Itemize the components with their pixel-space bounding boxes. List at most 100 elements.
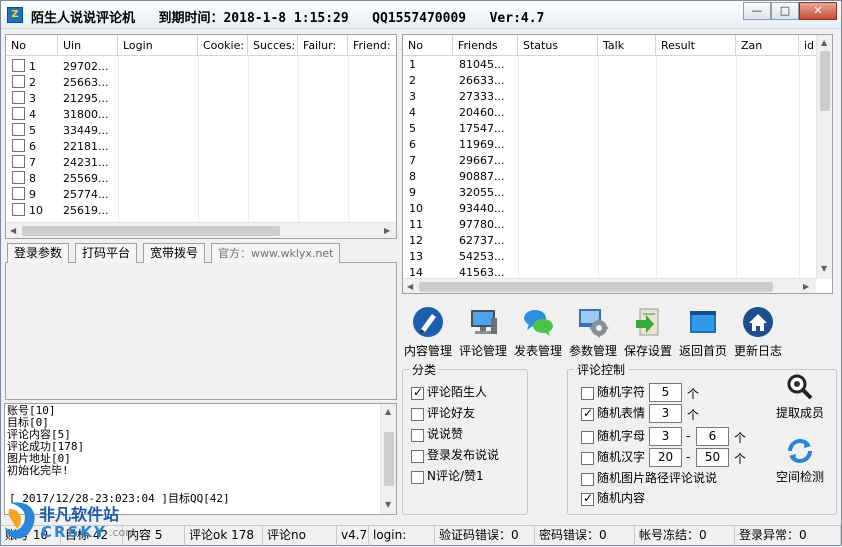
row-checkbox[interactable] bbox=[12, 107, 25, 120]
fetch-members-button[interactable]: 提取成员 bbox=[768, 373, 832, 421]
save-settings-button[interactable]: 保存设置 bbox=[621, 306, 675, 359]
random-chars-count-input[interactable]: 5 bbox=[649, 383, 682, 402]
random-emoji-count-input[interactable]: 3 bbox=[649, 404, 682, 423]
table-row[interactable]: 5 17547... bbox=[403, 121, 815, 137]
table-row[interactable]: 1 29702... bbox=[6, 59, 396, 75]
table-row[interactable]: 3 21295... bbox=[6, 91, 396, 107]
table-row[interactable]: 10 93440... bbox=[403, 201, 815, 217]
space-check-button[interactable]: 空间检测 bbox=[768, 437, 832, 485]
column-header-no[interactable]: No bbox=[6, 35, 58, 56]
param-manage-button[interactable]: 参数管理 bbox=[566, 306, 620, 359]
column-header-id[interactable]: id bbox=[799, 35, 817, 56]
column-header-friend[interactable]: Friend: bbox=[348, 35, 396, 56]
category-checkbox[interactable] bbox=[411, 385, 424, 400]
row-checkbox[interactable] bbox=[12, 75, 25, 88]
post-manage-button[interactable]: 发表管理 bbox=[511, 306, 565, 359]
update-log-button[interactable]: 更新日志 bbox=[731, 306, 785, 359]
tab-official-site[interactable]: 官方：www.wklyx.net bbox=[211, 243, 341, 263]
content-manage-button[interactable]: 内容管理 bbox=[401, 306, 455, 359]
random-emoji-option[interactable]: 随机表情 bbox=[581, 406, 645, 421]
random-hanzi-from-input[interactable]: 20 bbox=[649, 448, 682, 467]
column-header-talk[interactable]: Talk bbox=[598, 35, 656, 56]
table-row[interactable]: 4 31800... bbox=[6, 107, 396, 123]
row-friend: 11969... bbox=[459, 138, 505, 151]
column-header-status[interactable]: Status bbox=[518, 35, 598, 56]
random-chars-checkbox[interactable] bbox=[581, 387, 594, 400]
category-option[interactable]: 登录发布说说 bbox=[411, 448, 499, 463]
random-content-checkbox[interactable] bbox=[581, 491, 594, 506]
table-row[interactable]: 11 97780... bbox=[403, 217, 815, 233]
random-chars-option[interactable]: 随机字符 bbox=[581, 385, 645, 400]
table-row[interactable]: 8 90887... bbox=[403, 169, 815, 185]
category-option[interactable]: 说说赞 bbox=[411, 427, 463, 442]
table-row[interactable]: 9 32055... bbox=[403, 185, 815, 201]
random-emoji-checkbox[interactable] bbox=[581, 406, 594, 421]
friends-table[interactable]: No Friends Status Talk Result Zan id 1 81… bbox=[402, 34, 833, 294]
row-no: 5 bbox=[409, 122, 416, 135]
table-row[interactable]: 1 81045... bbox=[403, 57, 815, 73]
table-row[interactable]: 6 11969... bbox=[403, 137, 815, 153]
random-letters-to-input[interactable]: 6 bbox=[696, 427, 729, 446]
table-row[interactable]: 4 20460... bbox=[403, 105, 815, 121]
random-hanzi-checkbox[interactable] bbox=[581, 452, 594, 465]
tab-login-params[interactable]: 登录参数 bbox=[7, 243, 70, 263]
table-row[interactable]: 13 54253... bbox=[403, 249, 815, 265]
column-header-failure[interactable]: Failur: bbox=[298, 35, 348, 56]
row-checkbox[interactable] bbox=[12, 123, 25, 136]
table-row[interactable]: 5 33449... bbox=[6, 123, 396, 139]
category-checkbox[interactable] bbox=[411, 408, 424, 421]
row-checkbox[interactable] bbox=[12, 139, 25, 152]
table-row[interactable]: 7 24231... bbox=[6, 155, 396, 171]
table-row[interactable]: 2 25663... bbox=[6, 75, 396, 91]
table-row[interactable]: 9 25774... bbox=[6, 187, 396, 203]
row-checkbox[interactable] bbox=[12, 171, 25, 184]
return-home-button[interactable]: 返回首页 bbox=[676, 306, 730, 359]
category-option[interactable]: N评论/赞1 bbox=[411, 469, 484, 484]
tab-captcha-platform[interactable]: 打码平台 bbox=[75, 243, 138, 263]
row-checkbox[interactable] bbox=[12, 91, 25, 104]
random-content-option[interactable]: 随机内容 bbox=[581, 491, 645, 506]
random-hanzi-option[interactable]: 随机汉字 bbox=[581, 450, 645, 465]
random-letters-option[interactable]: 随机字母 bbox=[581, 429, 645, 444]
category-checkbox[interactable] bbox=[411, 450, 424, 463]
close-button[interactable]: ✕ bbox=[799, 2, 837, 20]
category-option[interactable]: 评论陌生人 bbox=[411, 385, 487, 400]
random-letters-checkbox[interactable] bbox=[581, 431, 594, 444]
category-option[interactable]: 评论好友 bbox=[411, 406, 475, 421]
table-row[interactable]: 8 25569... bbox=[6, 171, 396, 187]
column-header-result[interactable]: Result bbox=[656, 35, 736, 56]
row-checkbox[interactable] bbox=[12, 59, 25, 72]
minimize-button[interactable]: — bbox=[743, 2, 771, 20]
comment-manage-button[interactable]: 评论管理 bbox=[456, 306, 510, 359]
accounts-table[interactable]: No Uin Login Cookie: Succes: Failur: Fri… bbox=[5, 34, 397, 239]
maximize-button[interactable]: □ bbox=[771, 2, 799, 20]
column-header-zan[interactable]: Zan bbox=[736, 35, 799, 56]
column-header-friends[interactable]: Friends bbox=[453, 35, 518, 56]
random-image-path-option[interactable]: 随机图片路径评论说说 bbox=[581, 471, 717, 486]
friends-table-vscrollbar[interactable]: ▲ ▼ bbox=[816, 35, 832, 279]
column-header-success[interactable]: Succes: bbox=[248, 35, 298, 56]
column-header-uin[interactable]: Uin bbox=[58, 35, 118, 56]
row-checkbox[interactable] bbox=[12, 187, 25, 200]
log-vscrollbar[interactable]: ▲ ▼ bbox=[380, 404, 396, 514]
random-hanzi-to-input[interactable]: 50 bbox=[696, 448, 729, 467]
tab-broadband-dial[interactable]: 宽带拨号 bbox=[143, 243, 206, 263]
table-row[interactable]: 2 26633... bbox=[403, 73, 815, 89]
random-letters-from-input[interactable]: 3 bbox=[649, 427, 682, 446]
random-image-path-checkbox[interactable] bbox=[581, 473, 594, 486]
table-row[interactable]: 12 62737... bbox=[403, 233, 815, 249]
table-row[interactable]: 3 27333... bbox=[403, 89, 815, 105]
table-row[interactable]: 10 25619... bbox=[6, 203, 396, 219]
category-checkbox[interactable] bbox=[411, 429, 424, 442]
column-header-cookie[interactable]: Cookie: bbox=[198, 35, 248, 56]
friends-table-hscrollbar[interactable]: ◀ ▶ bbox=[403, 278, 816, 293]
column-header-no[interactable]: No bbox=[403, 35, 453, 56]
table-row[interactable]: 7 29667... bbox=[403, 153, 815, 169]
accounts-table-hscrollbar[interactable]: ◀ ▶ bbox=[6, 222, 396, 238]
table-row[interactable]: 6 22181... bbox=[6, 139, 396, 155]
category-checkbox[interactable] bbox=[411, 471, 424, 484]
column-header-login[interactable]: Login bbox=[118, 35, 198, 56]
row-checkbox[interactable] bbox=[12, 155, 25, 168]
random-letters-dash: - bbox=[686, 429, 691, 443]
row-checkbox[interactable] bbox=[12, 203, 25, 216]
